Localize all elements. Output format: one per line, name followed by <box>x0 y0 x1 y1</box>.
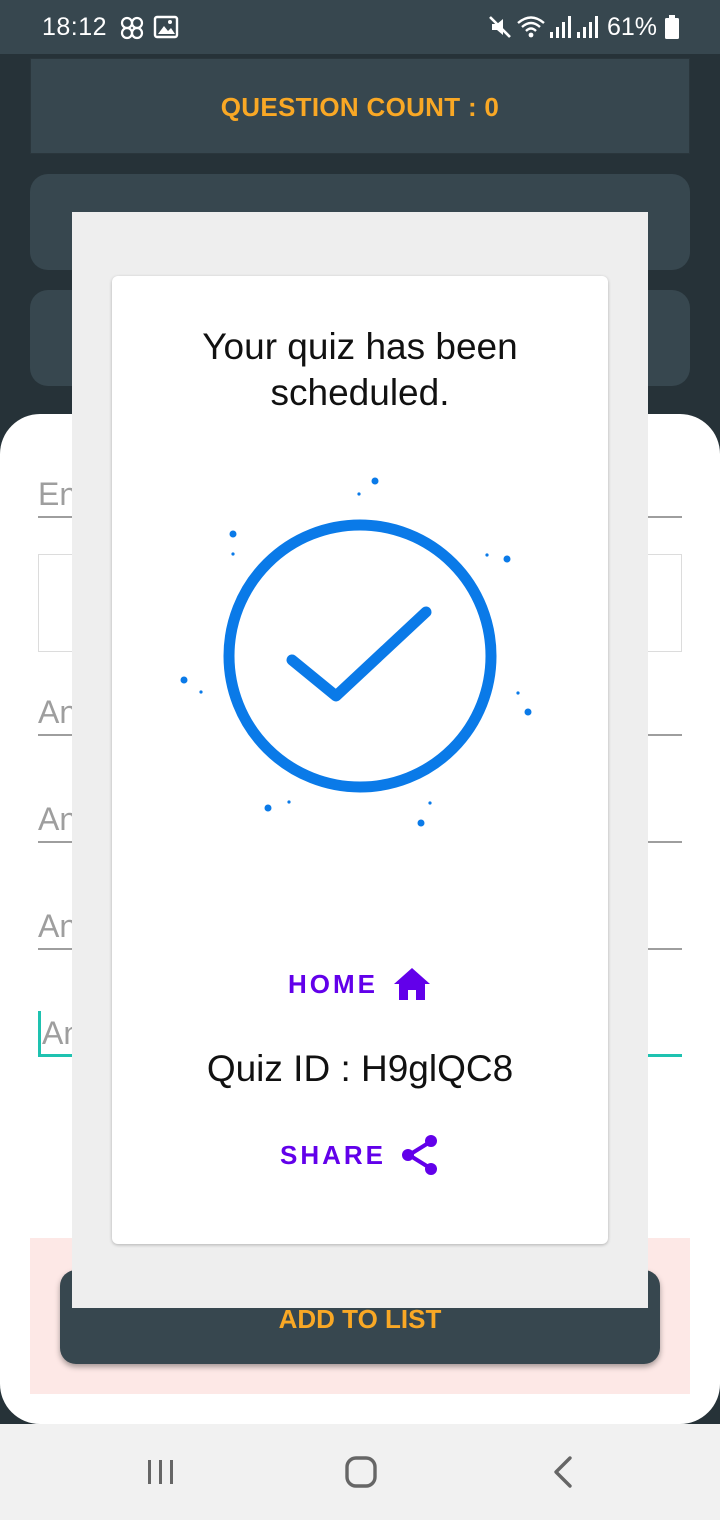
status-time: 18:12 <box>42 13 108 41</box>
home-nav-icon[interactable] <box>343 1454 379 1490</box>
success-check-icon <box>180 477 532 827</box>
dialog-card: Your quiz has been scheduled. HOME Quiz … <box>112 276 608 1244</box>
home-link[interactable]: HOME <box>112 966 608 1002</box>
signal-icon <box>577 16 598 38</box>
question-count-label: QUESTION COUNT : 0 <box>220 92 500 122</box>
share-label: SHARE <box>279 1139 386 1170</box>
text-cursor <box>38 1011 41 1057</box>
recents-icon[interactable] <box>144 1454 178 1490</box>
add-to-list-label: ADD TO LIST <box>278 1304 442 1334</box>
dialog-message: Your quiz has been scheduled. <box>202 326 518 413</box>
signal-icon <box>550 16 571 38</box>
flower-icon <box>120 16 144 40</box>
battery-percent: 61% <box>607 13 658 41</box>
home-icon <box>394 968 430 1000</box>
wifi-icon <box>517 16 545 38</box>
question-count-bar: QUESTION COUNT : 0 <box>30 58 690 154</box>
mute-icon <box>489 16 511 38</box>
gallery-icon <box>153 15 179 39</box>
navigation-bar <box>0 1424 720 1520</box>
quiz-id-text: Quiz ID : H9glQC8 <box>206 1048 514 1089</box>
status-bar: 18:12 61% <box>0 0 720 54</box>
share-link[interactable]: SHARE <box>112 1134 608 1176</box>
quiz-scheduled-dialog: Your quiz has been scheduled. HOME Quiz … <box>72 212 648 1308</box>
battery-icon <box>665 15 679 39</box>
home-label: HOME <box>288 968 378 999</box>
back-icon[interactable] <box>548 1454 578 1490</box>
share-icon <box>402 1135 437 1175</box>
